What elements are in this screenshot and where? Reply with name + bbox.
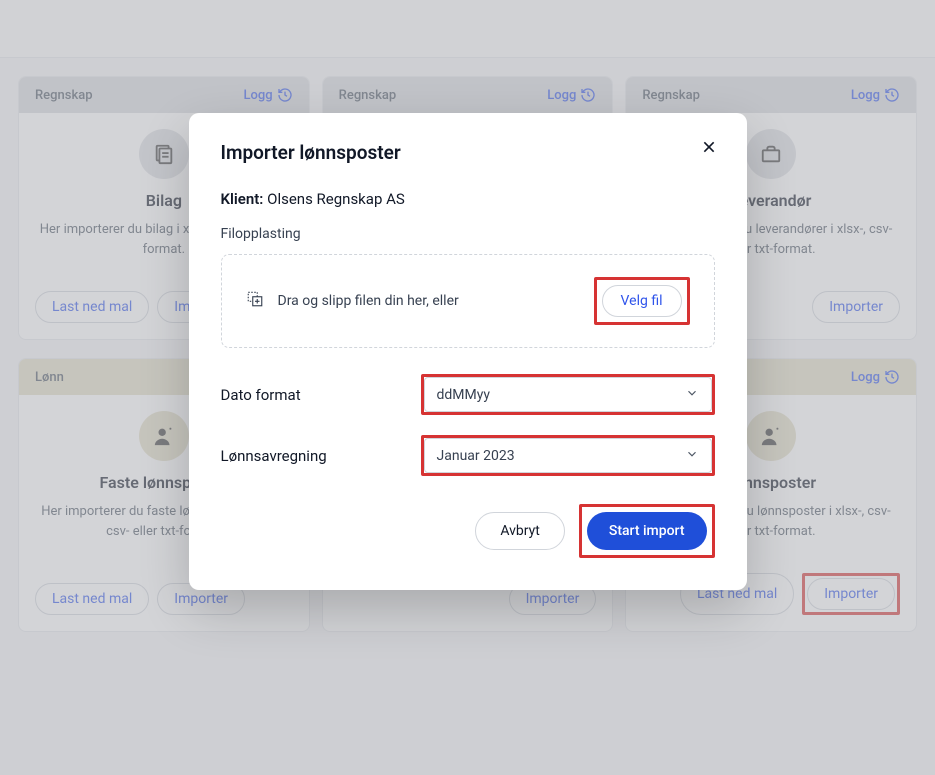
- import-modal: Importer lønnsposter Klient: Olsens Regn…: [189, 113, 747, 590]
- highlight-box: Start import: [579, 504, 715, 558]
- file-dropzone[interactable]: Dra og slipp filen din her, eller Velg f…: [221, 254, 715, 348]
- highlight-box: Januar 2023: [421, 435, 715, 476]
- close-button[interactable]: [697, 135, 721, 164]
- highlight-box: ddMMyy: [421, 374, 715, 415]
- date-format-row: Dato format ddMMyy: [221, 374, 715, 415]
- close-icon: [701, 139, 717, 160]
- klient-value: Olsens Regnskap AS: [267, 190, 405, 208]
- start-import-button[interactable]: Start import: [587, 512, 707, 550]
- chevron-down-icon: [685, 386, 699, 403]
- highlight-box: Velg fil: [594, 277, 690, 325]
- modal-actions: Avbryt Start import: [221, 504, 715, 558]
- payroll-label: Lønnsavregning: [221, 447, 421, 465]
- date-format-label: Dato format: [221, 386, 421, 404]
- payroll-value: Januar 2023: [437, 448, 515, 464]
- choose-file-button[interactable]: Velg fil: [602, 285, 682, 317]
- drag-icon: [246, 290, 264, 312]
- klient-label: Klient:: [221, 190, 264, 208]
- modal-overlay[interactable]: Importer lønnsposter Klient: Olsens Regn…: [0, 0, 935, 775]
- chevron-down-icon: [685, 447, 699, 464]
- payroll-row: Lønnsavregning Januar 2023: [221, 435, 715, 476]
- cancel-button[interactable]: Avbryt: [475, 512, 565, 550]
- payroll-select[interactable]: Januar 2023: [424, 438, 712, 473]
- dropzone-content: Dra og slipp filen din her, eller: [246, 290, 459, 312]
- date-format-value: ddMMyy: [437, 387, 490, 403]
- upload-label: Filopplasting: [221, 226, 715, 242]
- modal-title: Importer lønnsposter: [221, 141, 715, 164]
- date-format-select[interactable]: ddMMyy: [424, 377, 712, 412]
- dropzone-text: Dra og slipp filen din her, eller: [278, 293, 459, 309]
- klient-line: Klient: Olsens Regnskap AS: [221, 190, 715, 208]
